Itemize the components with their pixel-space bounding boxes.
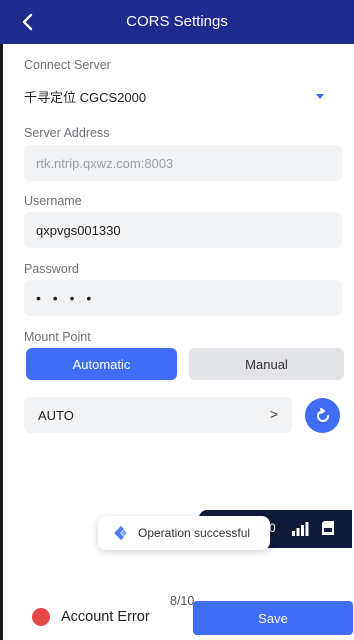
- chevron-right-icon: >: [269, 406, 278, 422]
- refresh-icon: [316, 407, 329, 422]
- dropdown-caret-icon: [316, 94, 324, 99]
- automatic-button[interactable]: Automatic: [26, 348, 177, 380]
- password-input[interactable]: • • • •: [24, 280, 342, 316]
- sd-card-icon: [322, 521, 334, 535]
- server-address-label: Server Address: [24, 126, 110, 140]
- toast-message: Operation successful: [138, 526, 251, 540]
- username-label: Username: [24, 194, 82, 208]
- password-value: • • • •: [36, 290, 96, 306]
- connect-server-select[interactable]: 千寻定位 CGCS2000: [24, 78, 342, 114]
- page-indicator: 8/10: [170, 594, 195, 608]
- error-dot-icon: [32, 608, 50, 626]
- mount-point-select[interactable]: AUTO >: [24, 397, 292, 433]
- server-address-placeholder: rtk.ntrip.qxwz.com:8003: [36, 155, 174, 171]
- username-value: qxpvgs001330: [36, 222, 121, 238]
- connect-server-label: Connect Server: [24, 58, 111, 72]
- connect-server-value: 千寻定位 CGCS2000: [24, 89, 147, 105]
- username-input[interactable]: qxpvgs001330: [24, 212, 342, 248]
- sim-signal-icon: [292, 522, 309, 536]
- app-logo-icon: [112, 525, 128, 541]
- account-status: Account Error: [32, 608, 150, 626]
- save-button[interactable]: Save: [193, 601, 353, 635]
- server-address-input[interactable]: rtk.ntrip.qxwz.com:8003: [24, 145, 342, 181]
- mount-point-label: Mount Point: [24, 330, 91, 344]
- mount-point-value: AUTO: [38, 407, 74, 423]
- status-count: 0: [269, 521, 276, 535]
- password-label: Password: [24, 262, 79, 276]
- refresh-button[interactable]: [305, 398, 340, 433]
- manual-button[interactable]: Manual: [189, 348, 344, 380]
- toast-notification: Operation successful: [98, 516, 270, 550]
- header-bar: CORS Settings: [0, 0, 354, 44]
- account-status-text: Account Error: [61, 609, 150, 625]
- window-edge: [0, 0, 3, 640]
- page-title: CORS Settings: [126, 13, 228, 30]
